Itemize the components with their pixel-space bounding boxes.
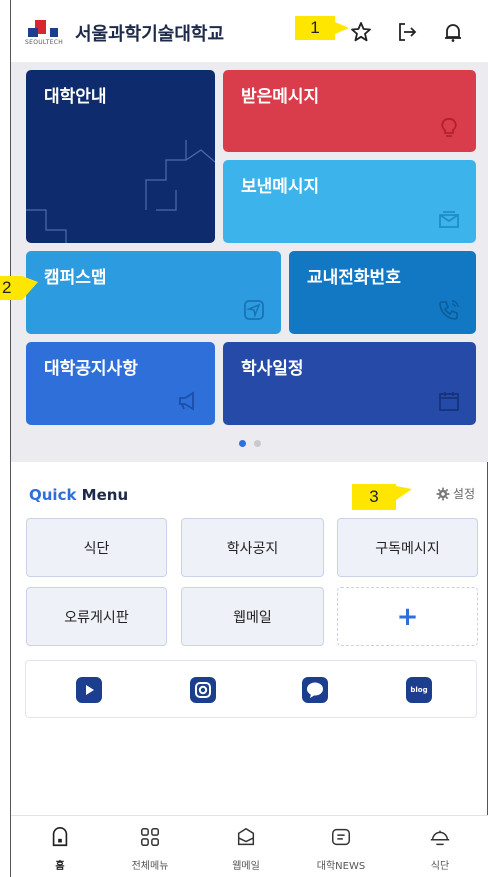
instagram-icon[interactable] [190, 677, 216, 703]
envelope-icon [439, 211, 459, 228]
tile-label: 보낸메시지 [241, 177, 320, 197]
quick-button-error-board[interactable]: 오류게시판 [26, 587, 167, 646]
tile-received-messages[interactable]: 받은메시지 [223, 70, 476, 152]
annotation-marker-2: 2 [0, 276, 22, 300]
star-icon[interactable] [349, 20, 373, 44]
annotation-arrow-2 [22, 276, 38, 300]
bell-icon[interactable] [441, 20, 465, 44]
blog-icon[interactable]: blog [406, 677, 432, 703]
dish-icon [430, 830, 450, 846]
tile-label: 학사일정 [241, 359, 304, 379]
annotation-arrow-3 [396, 486, 412, 500]
add-quick-menu-button[interactable]: + [337, 587, 478, 646]
menu-tiles: 대학안내 받은메시지 보낸메시지 캠퍼스맵 교내전화번호 대학공지사항 학사일정 [11, 62, 488, 462]
nav-all-menu[interactable]: 전체메뉴 [115, 826, 185, 872]
nav-university-news[interactable]: 대학NEWS [306, 826, 376, 872]
carousel-dot[interactable] [239, 440, 246, 447]
bottom-navigation: 홈 전체메뉴 웹메일 대학NEWS 식단 [11, 815, 488, 877]
quick-button-meal[interactable]: 식단 [26, 518, 167, 577]
logout-icon[interactable] [395, 20, 419, 44]
gear-icon [436, 487, 450, 500]
chat-icon[interactable] [302, 677, 328, 703]
lightbulb-icon [441, 118, 457, 137]
quick-button-webmail[interactable]: 웹메일 [181, 587, 324, 646]
tile-academic-calendar[interactable]: 학사일정 [223, 342, 476, 425]
tile-label: 받은메시지 [241, 87, 320, 107]
app-header: SEOULTECH 서울과학기술대학교 [11, 0, 488, 62]
tile-phone-directory[interactable]: 교내전화번호 [289, 251, 476, 334]
home-icon [52, 827, 68, 847]
puzzle-decoration-icon [26, 140, 215, 243]
tile-university-guide[interactable]: 대학안내 [26, 70, 215, 243]
carousel-dots [11, 440, 488, 447]
annotation-arrow-1 [335, 22, 349, 34]
tile-campus-map[interactable]: 캠퍼스맵 [26, 251, 281, 334]
megaphone-icon [179, 391, 194, 411]
phone-icon [439, 300, 459, 320]
quick-button-subscribed-messages[interactable]: 구독메시지 [337, 518, 478, 577]
quick-button-academic-notice[interactable]: 학사공지 [181, 518, 324, 577]
news-icon [332, 828, 350, 846]
carousel-dot[interactable] [254, 440, 261, 447]
university-name: 서울과학기술대학교 [75, 24, 225, 45]
navigation-icon [244, 300, 264, 320]
mail-icon [237, 827, 255, 846]
annotation-marker-3: 3 [352, 484, 396, 510]
nav-meal[interactable]: 식단 [405, 826, 475, 872]
nav-webmail[interactable]: 웹메일 [211, 826, 281, 872]
university-logo: SEOULTECH [25, 20, 69, 50]
tile-sent-messages[interactable]: 보낸메시지 [223, 160, 476, 243]
app-frame: SEOULTECH 서울과학기술대학교 대학안내 받은메시지 보낸메시지 캠퍼스… [10, 0, 488, 877]
tile-label: 교내전화번호 [307, 268, 401, 288]
quick-menu-settings[interactable]: 설정 [436, 485, 475, 502]
grid-icon [141, 828, 159, 846]
calendar-icon [439, 392, 459, 411]
tile-university-notice[interactable]: 대학공지사항 [26, 342, 215, 425]
youtube-icon[interactable] [76, 677, 102, 703]
tile-label: 대학안내 [44, 87, 107, 107]
tile-label: 캠퍼스맵 [44, 268, 107, 288]
social-links: blog [25, 660, 477, 718]
nav-home[interactable]: 홈 [25, 826, 95, 872]
quick-menu-title: Quick Menu [29, 486, 129, 504]
annotation-marker-1: 1 [295, 16, 335, 40]
tile-label: 대학공지사항 [44, 359, 138, 379]
